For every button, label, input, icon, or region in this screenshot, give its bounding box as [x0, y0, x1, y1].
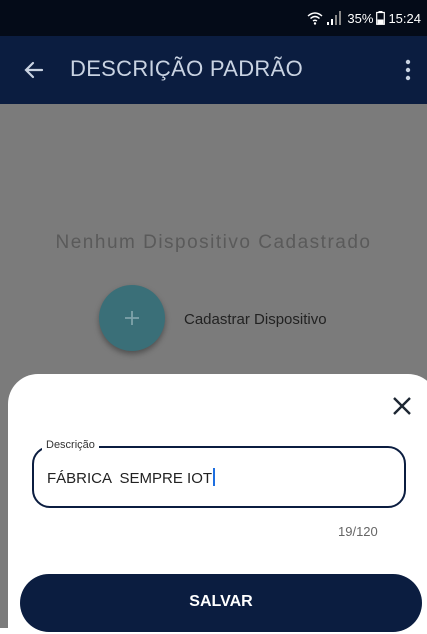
description-input[interactable]: FÁBRICA SEMPRE IOT — [47, 468, 216, 487]
back-arrow-icon[interactable] — [22, 58, 46, 82]
status-indicators: 35% 15:24 — [307, 0, 421, 36]
text-caret — [213, 468, 216, 486]
signal-icon — [327, 11, 342, 25]
bottom-sheet: Descrição FÁBRICA SEMPRE IOT 19/120 SALV… — [8, 374, 427, 634]
description-input-value: FÁBRICA SEMPRE IOT — [47, 470, 213, 487]
add-device-button[interactable] — [99, 285, 165, 351]
description-field[interactable]: Descrição FÁBRICA SEMPRE IOT — [32, 439, 406, 508]
save-button[interactable]: SALVAR — [20, 574, 422, 632]
more-vert-icon[interactable] — [403, 58, 413, 82]
page-title: DESCRIÇÃO PADRÃO — [70, 56, 303, 81]
clock: 15:24 — [388, 10, 421, 26]
save-button-label: SALVAR — [189, 593, 253, 610]
plus-icon — [125, 311, 139, 325]
character-counter: 19/120 — [338, 524, 378, 539]
status-bar: 35% 15:24 — [0, 0, 427, 36]
battery-icon — [376, 11, 386, 25]
empty-state-message: Nenhum Dispositivo Cadastrado — [55, 232, 372, 253]
wifi-icon — [307, 12, 323, 25]
close-icon[interactable] — [390, 394, 414, 418]
description-field-label: Descrição — [42, 439, 99, 451]
battery-percent: 35% — [347, 10, 374, 26]
add-device-label: Cadastrar Dispositivo — [184, 311, 327, 328]
app-bar: DESCRIÇÃO PADRÃO — [0, 36, 427, 104]
